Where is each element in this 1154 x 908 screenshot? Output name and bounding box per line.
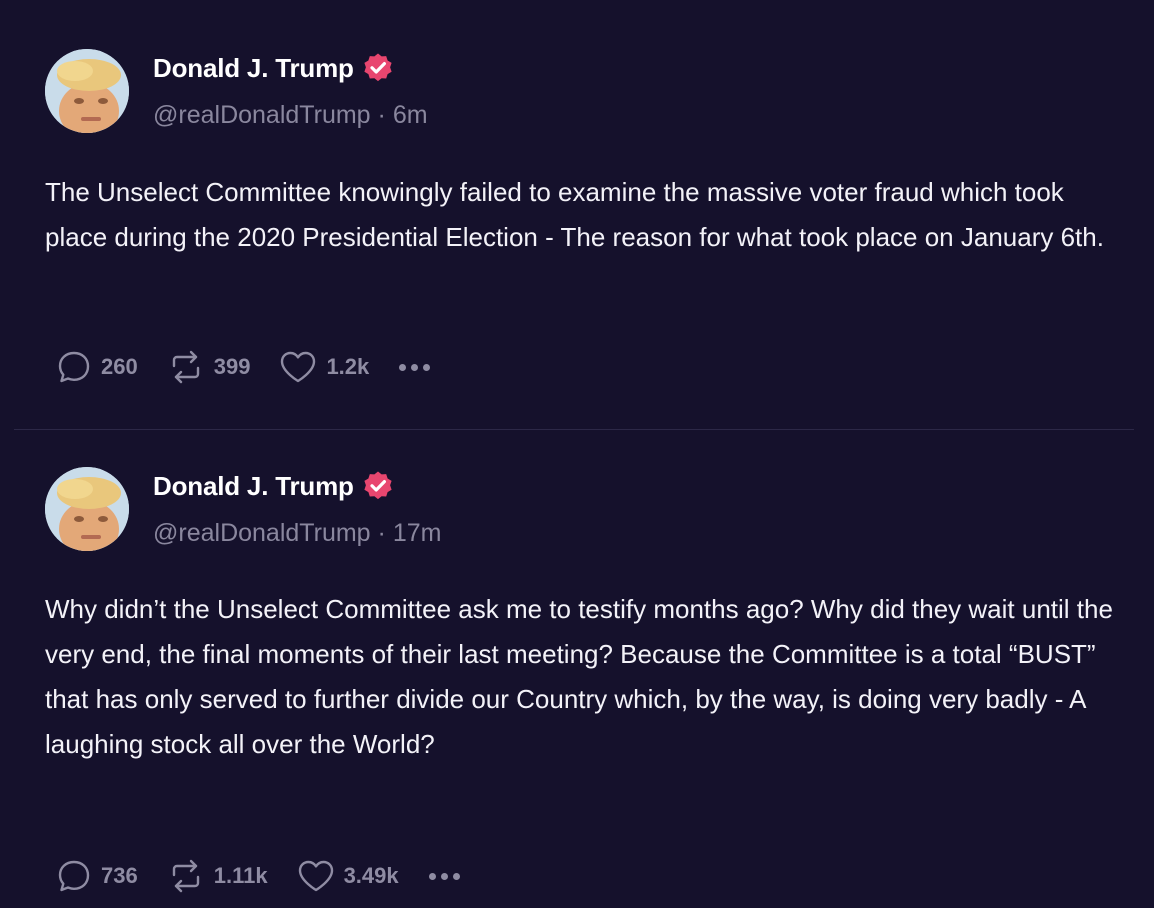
author-row: Donald J. Trump (153, 48, 394, 88)
post-time[interactable]: 17m (393, 519, 442, 547)
author-row: Donald J. Trump (153, 466, 394, 506)
separator-dot: · (377, 101, 386, 129)
speech-bubble-icon (58, 860, 90, 892)
reply-count: 260 (101, 354, 138, 379)
like-count: 1.2k (326, 354, 370, 379)
post-divider (14, 429, 1134, 430)
verified-badge-icon (364, 471, 392, 500)
repost-arrows-icon (172, 350, 199, 384)
handle-row: @realDonaldTrump · 6m (153, 97, 428, 133)
author-handle[interactable]: @realDonaldTrump (153, 101, 371, 129)
heart-icon (298, 860, 333, 892)
repost-arrows-icon (172, 859, 199, 893)
post-text: Why didn’t the Unselect Committee ask me… (45, 594, 1113, 759)
author-name[interactable]: Donald J. Trump (153, 53, 354, 84)
avatar[interactable] (45, 49, 129, 133)
reply-button[interactable]: 736 (55, 857, 138, 895)
author-handle[interactable]: @realDonaldTrump (153, 519, 371, 547)
retruth-count: 399 (213, 354, 251, 379)
action-bar: 260 399 1.2k (55, 347, 431, 387)
like-button[interactable]: 1.2k (278, 348, 369, 386)
post-time[interactable]: 6m (393, 101, 428, 129)
retruth-count: 1.11k (213, 863, 268, 888)
more-options-button[interactable] (399, 347, 431, 387)
action-bar: 736 1.11k 3.49k (55, 856, 460, 896)
speech-bubble-icon (58, 351, 90, 383)
avatar[interactable] (45, 467, 129, 551)
reply-button[interactable]: 260 (55, 348, 138, 386)
heart-icon (281, 351, 316, 383)
more-dots-icon (428, 872, 436, 880)
more-dots-icon (399, 363, 407, 371)
handle-row: @realDonaldTrump · 17m (153, 515, 441, 551)
verified-badge-icon (364, 53, 392, 82)
avatar-image (45, 467, 129, 551)
retruth-button[interactable]: 1.11k (166, 857, 268, 895)
author-name[interactable]: Donald J. Trump (153, 471, 354, 502)
more-options-button[interactable] (428, 856, 460, 896)
retruth-button[interactable]: 399 (166, 348, 251, 386)
like-count: 3.49k (343, 863, 399, 888)
reply-count: 736 (101, 863, 138, 888)
separator-dot: · (377, 519, 386, 547)
post-text: The Unselect Committee knowingly failed … (45, 177, 1104, 252)
like-button[interactable]: 3.49k (296, 857, 399, 895)
avatar-image (45, 49, 129, 133)
